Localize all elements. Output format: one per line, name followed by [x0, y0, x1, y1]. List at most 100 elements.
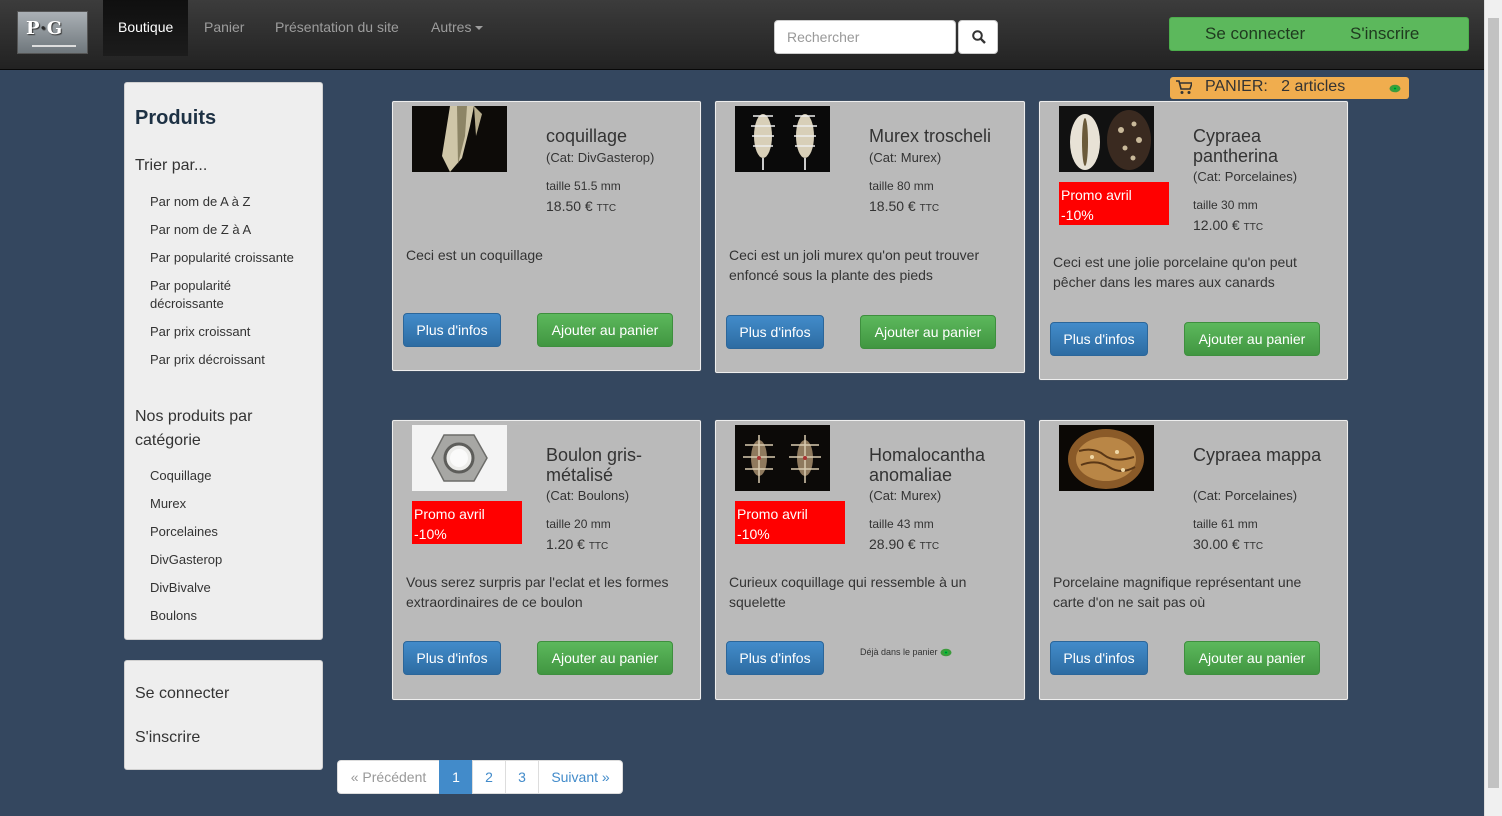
more-info-button[interactable]: Plus d'infos [403, 313, 501, 347]
eye-icon[interactable] [940, 648, 952, 657]
product-card: Murex troscheli (Cat: Murex) taille 80 m… [715, 101, 1025, 373]
product-price: 1.20 € TTC [546, 536, 609, 552]
product-name[interactable]: Cypraea pantherina [1193, 126, 1333, 166]
product-card: Promo avril -10% Homalocantha anomaliae … [715, 420, 1025, 700]
product-description: Vous serez surpris par l'eclat et les fo… [406, 574, 669, 610]
product-name[interactable]: Murex troscheli [869, 126, 991, 146]
search-input[interactable] [774, 20, 956, 54]
product-size: taille 20 mm [546, 517, 611, 531]
nav-presentation[interactable]: Présentation du site [275, 0, 399, 56]
product-name[interactable]: Homalocantha anomaliae [869, 445, 1009, 485]
caret-down-icon [475, 26, 484, 31]
more-info-button[interactable]: Plus d'infos [1050, 641, 1148, 675]
sort-option-price-desc[interactable]: Par prix décroissant [150, 351, 265, 369]
sort-option-popularity-desc[interactable]: Par popularité décroissante [150, 277, 270, 313]
pagination: « Précédent 1 2 3 Suivant » [337, 760, 623, 794]
pagination-next[interactable]: Suivant » [538, 760, 623, 794]
pagination-page[interactable]: 1 [439, 760, 473, 794]
product-image[interactable] [412, 425, 507, 491]
product-name[interactable]: Cypraea mappa [1193, 445, 1333, 465]
product-category: (Cat: Porcelaines) [1193, 488, 1298, 503]
product-name[interactable]: coquillage [546, 126, 627, 146]
pagination-page[interactable]: 2 [472, 760, 506, 794]
sidebar-signup-link[interactable]: S'inscrire [135, 729, 200, 747]
product-image[interactable] [1059, 106, 1154, 172]
product-description: Ceci est un joli murex qu'on peut trouve… [729, 247, 980, 283]
product-category: (Cat: Murex) [869, 488, 942, 503]
already-in-cart-note: Déjà dans le panier [860, 647, 952, 657]
add-to-cart-button[interactable]: Ajouter au panier [860, 315, 996, 349]
add-to-cart-button[interactable]: Ajouter au panier [1184, 322, 1320, 356]
pagination-previous[interactable]: « Précédent [337, 760, 440, 794]
add-to-cart-button[interactable]: Ajouter au panier [537, 313, 673, 347]
product-category: (Cat: Porcelaines) [1193, 169, 1298, 184]
logo-underline [32, 45, 76, 47]
product-card: Promo avril -10% Cypraea pantherina (Cat… [1039, 101, 1348, 380]
add-to-cart-button[interactable]: Ajouter au panier [1184, 641, 1320, 675]
product-description: Porcelaine magnifique représentant une c… [1053, 574, 1302, 610]
sort-option-price-asc[interactable]: Par prix croissant [150, 323, 250, 341]
product-size: taille 30 mm [1193, 198, 1258, 212]
category-porcelaines[interactable]: Porcelaines [150, 523, 218, 541]
eye-icon[interactable] [1389, 84, 1401, 93]
product-category: (Cat: Murex) [869, 150, 942, 165]
nav-panier[interactable]: Panier [204, 0, 244, 56]
product-price: 28.90 € TTC [869, 536, 940, 552]
cart-label: PANIER: [1205, 78, 1268, 95]
product-image[interactable] [735, 425, 830, 491]
sort-heading: Trier par... [135, 157, 208, 174]
scrollbar-thumb[interactable] [1488, 18, 1499, 788]
site-logo[interactable]: P⋅G [17, 11, 88, 54]
search-icon [972, 30, 986, 44]
more-info-button[interactable]: Plus d'infos [726, 315, 824, 349]
product-image[interactable] [1059, 425, 1154, 491]
vertical-scrollbar[interactable] [1484, 0, 1502, 816]
product-description: Ceci est un coquillage [406, 247, 543, 263]
product-category: (Cat: Boulons) [546, 488, 630, 503]
pagination-page[interactable]: 3 [505, 760, 539, 794]
category-coquillage[interactable]: Coquillage [150, 467, 211, 485]
sidebar-account-panel: Se connecter S'inscrire [124, 660, 323, 770]
product-price: 18.50 € TTC [869, 198, 940, 214]
product-description: Ceci est une jolie porcelaine qu'on peut… [1053, 254, 1297, 290]
category-heading: Nos produits par catégorie [135, 408, 253, 449]
category-divbivalve[interactable]: DivBivalve [150, 579, 211, 597]
navbar-signup-link[interactable]: S'inscrire [1350, 18, 1419, 50]
product-price: 18.50 € TTC [546, 198, 617, 214]
product-image[interactable] [735, 106, 830, 172]
add-to-cart-button[interactable]: Ajouter au panier [537, 641, 673, 675]
product-card: coquillage (Cat: DivGasterop) taille 51.… [392, 101, 701, 371]
product-size: taille 80 mm [869, 179, 934, 193]
product-image[interactable] [412, 106, 507, 172]
sidebar-title: Produits [135, 107, 217, 129]
product-price: 12.00 € TTC [1193, 217, 1264, 233]
nav-autres-dropdown[interactable]: Autres [431, 0, 484, 56]
navbar-login-link[interactable]: Se connecter [1205, 18, 1305, 50]
sort-option-name-asc[interactable]: Par nom de A à Z [150, 193, 250, 211]
promo-badge: Promo avril -10% [735, 501, 845, 544]
category-boulons[interactable]: Boulons [150, 607, 197, 625]
cart-summary[interactable]: PANIER: 2 articles [1170, 77, 1409, 99]
nav-boutique[interactable]: Boutique [103, 0, 189, 56]
sidebar-login-link[interactable]: Se connecter [135, 685, 229, 703]
product-size: taille 51.5 mm [546, 179, 621, 193]
more-info-button[interactable]: Plus d'infos [403, 641, 501, 675]
product-price: 30.00 € TTC [1193, 536, 1264, 552]
product-description: Curieux coquillage qui ressemble à un sq… [729, 574, 967, 610]
product-category: (Cat: DivGasterop) [546, 150, 655, 165]
more-info-button[interactable]: Plus d'infos [1050, 322, 1148, 356]
product-name[interactable]: Boulon gris-métalisé [546, 445, 686, 485]
sidebar-products-panel: Produits Trier par... Par nom de A à Z P… [124, 82, 323, 640]
search-button[interactable] [958, 20, 998, 54]
promo-badge: Promo avril -10% [412, 501, 522, 544]
top-navbar: P⋅G Boutique Panier Présentation du site… [0, 0, 1502, 70]
product-size: taille 43 mm [869, 517, 934, 531]
sort-option-name-desc[interactable]: Par nom de Z à A [150, 221, 251, 239]
category-murex[interactable]: Murex [150, 495, 186, 513]
more-info-button[interactable]: Plus d'infos [726, 641, 824, 675]
auth-box: Se connecter S'inscrire [1169, 17, 1469, 51]
shopping-cart-icon [1176, 80, 1192, 94]
product-card: Promo avril -10% Boulon gris-métalisé (C… [392, 420, 701, 700]
category-divgasterop[interactable]: DivGasterop [150, 551, 222, 569]
sort-option-popularity-asc[interactable]: Par popularité croissante [150, 249, 294, 267]
